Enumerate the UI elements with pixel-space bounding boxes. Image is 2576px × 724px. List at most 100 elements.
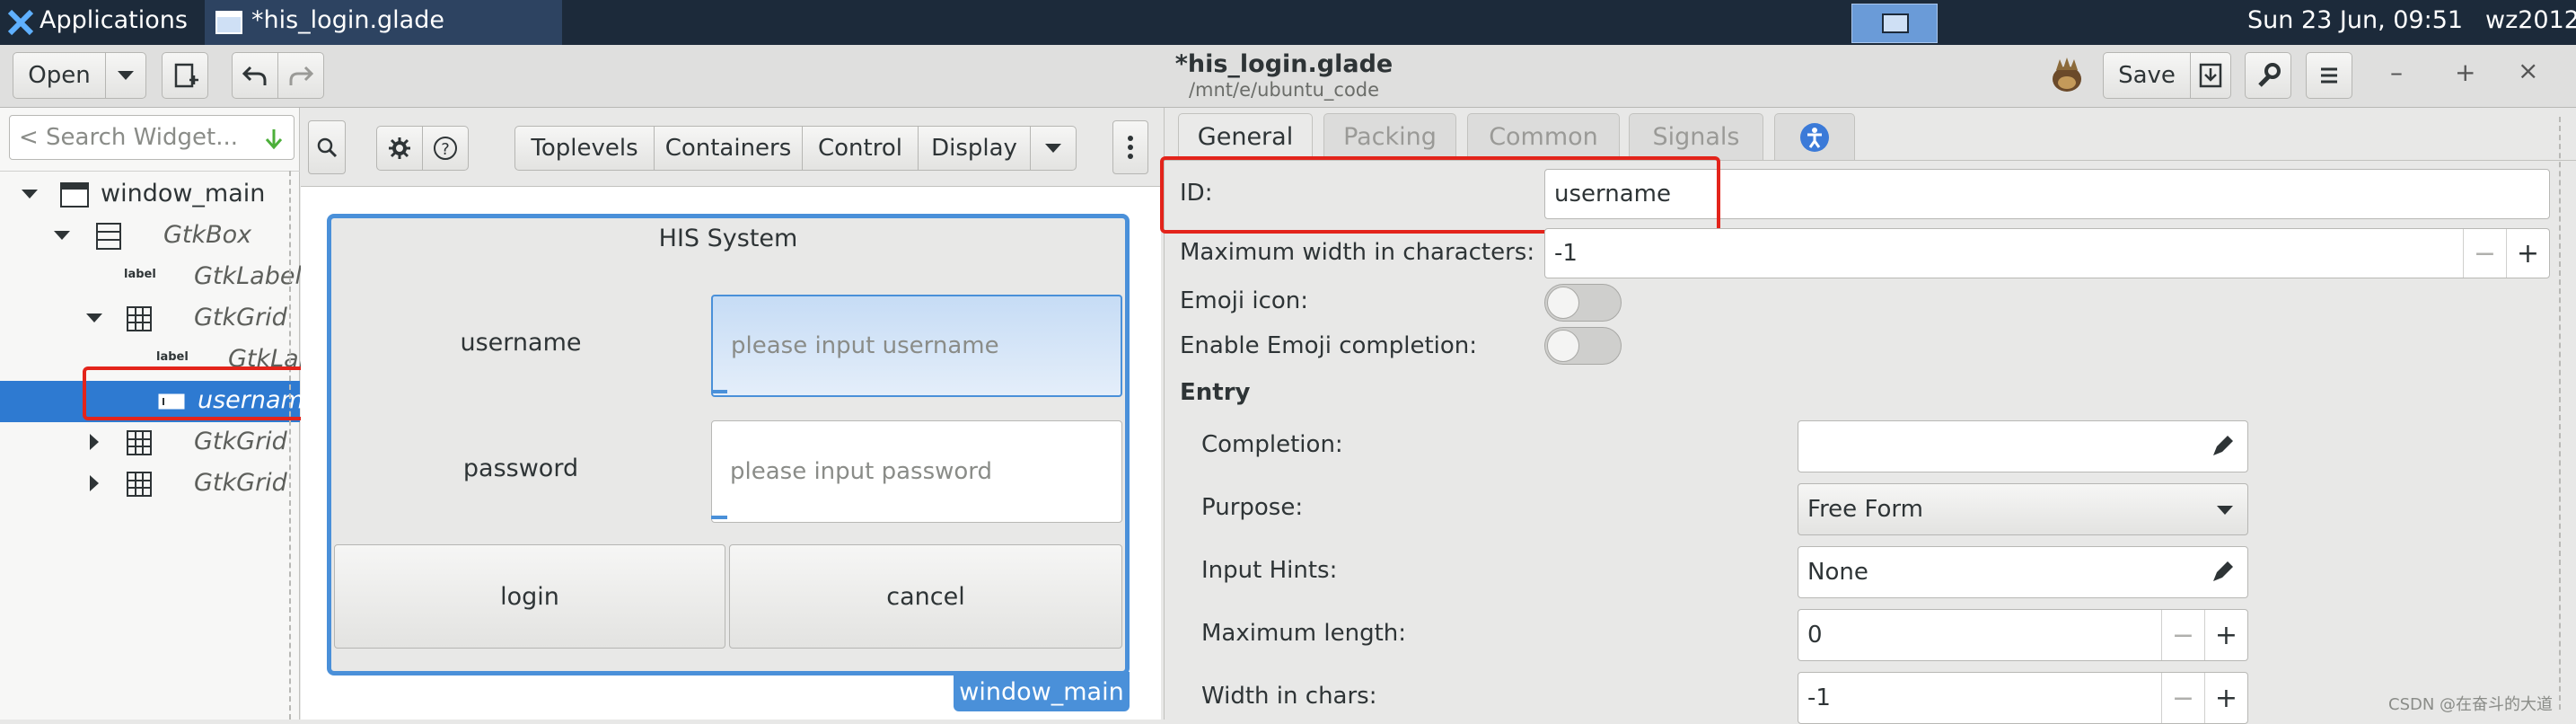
password-input[interactable]: please input password: [711, 420, 1122, 523]
close-icon[interactable]: ×: [2518, 56, 2538, 85]
increment-button[interactable]: +: [2506, 229, 2549, 278]
clock[interactable]: Sun 23 Jun, 09:51: [2247, 6, 2463, 34]
chevron-down-icon: [118, 71, 134, 80]
grid-widget-icon: [127, 472, 152, 497]
palette-more-dropdown[interactable]: [1030, 126, 1077, 171]
max-length-spin[interactable]: 0 − +: [1798, 609, 2248, 661]
entry-section-header: Entry: [1180, 379, 1251, 406]
window-subtitle: /mnt/e/ubuntu_code: [1188, 79, 1380, 101]
tree-label: GtkBox: [163, 221, 252, 249]
system-title: HIS System: [658, 225, 798, 252]
input-hints-input[interactable]: None: [1798, 546, 2248, 598]
redo-button[interactable]: [277, 52, 324, 99]
applications-menu[interactable]: Applications: [40, 6, 188, 34]
minimize-icon[interactable]: –: [2390, 57, 2403, 87]
tree-row-window-main[interactable]: window_main: [0, 174, 300, 216]
chevron-down-icon: [2217, 506, 2233, 515]
window-title: *his_login.glade: [1174, 50, 1394, 78]
tab-control[interactable]: Control: [802, 126, 919, 171]
label-widget-icon: label: [124, 268, 156, 281]
expander-closed-icon[interactable]: [90, 434, 99, 450]
new-file-button[interactable]: [162, 52, 208, 99]
emoji-icon-toggle[interactable]: [1544, 284, 1622, 322]
tab-common[interactable]: Common: [1467, 113, 1620, 160]
tree-row-gtkbox[interactable]: GtkBox: [0, 216, 300, 257]
maximize-icon[interactable]: +: [2455, 57, 2475, 87]
expander-open-icon[interactable]: [54, 231, 70, 240]
increment-button[interactable]: +: [2204, 610, 2247, 660]
save-button[interactable]: Save: [2103, 52, 2191, 99]
scrollbar[interactable]: [2559, 117, 2563, 710]
width-chars-label: Width in chars:: [1201, 683, 1377, 710]
svg-text:?: ?: [441, 140, 450, 159]
download-icon: [2199, 63, 2222, 88]
open-menu-button[interactable]: [105, 52, 146, 99]
edit-pencil-icon[interactable]: [2210, 434, 2235, 459]
expander-open-icon[interactable]: [22, 190, 38, 199]
tab-display[interactable]: Display: [918, 126, 1031, 171]
user-name[interactable]: wz2012: [2485, 6, 2576, 34]
decrement-button[interactable]: −: [2463, 229, 2506, 278]
help-button[interactable]: ?: [422, 126, 469, 171]
login-button[interactable]: login: [334, 544, 725, 649]
tab-containers[interactable]: Containers: [654, 126, 803, 171]
max-width-spin[interactable]: -1 − +: [1544, 228, 2550, 278]
tab-signals[interactable]: Signals: [1629, 113, 1763, 160]
grid-widget-icon: [127, 306, 152, 331]
workspace-switcher[interactable]: [1851, 4, 1938, 43]
box-widget-icon: [96, 223, 121, 250]
search-button[interactable]: [308, 120, 346, 174]
width-chars-spin[interactable]: -1 − +: [1798, 672, 2248, 724]
max-length-label: Maximum length:: [1201, 620, 1407, 647]
increment-button[interactable]: +: [2204, 673, 2247, 723]
accessibility-icon: [1800, 122, 1829, 152]
widget-tree-panel: < Search Widget... window_main GtkBox la…: [0, 108, 336, 720]
header-bar: Open *his_login.glade /mnt/e/ubuntu_code…: [0, 45, 2576, 108]
settings-button[interactable]: [376, 126, 423, 171]
taskbar-window-button[interactable]: *his_login.glade: [205, 0, 562, 45]
tree-row-gtkgrid[interactable]: GtkGrid: [0, 298, 300, 340]
tree-row-gtklabel[interactable]: label GtkLabel: [0, 257, 302, 298]
completion-input[interactable]: [1798, 420, 2248, 472]
tree-row-gtkgrid-3[interactable]: GtkGrid: [0, 464, 300, 505]
decrement-button[interactable]: −: [2161, 673, 2204, 723]
tab-accessibility[interactable]: [1774, 113, 1855, 160]
completion-label: Completion:: [1201, 431, 1343, 458]
scrollbar[interactable]: [289, 171, 293, 720]
gear-icon: [389, 137, 410, 159]
palette-toolbar: ? Toplevels Containers Control Display: [301, 108, 1161, 187]
preferences-button[interactable]: [2245, 52, 2291, 99]
window-name-tag: window_main: [954, 672, 1130, 711]
grid-widget-icon: [127, 430, 152, 455]
help-icon: ?: [434, 137, 457, 160]
purpose-select[interactable]: Free Form: [1798, 483, 2248, 535]
open-button[interactable]: Open: [13, 52, 106, 99]
undo-icon: [242, 66, 267, 85]
tab-general[interactable]: General: [1178, 113, 1313, 160]
redo-icon: [289, 66, 314, 85]
edit-pencil-icon[interactable]: [2210, 560, 2235, 585]
arrow-down-icon[interactable]: [264, 128, 284, 151]
undo-button[interactable]: [232, 52, 278, 99]
wrench-icon: [2258, 63, 2281, 87]
cancel-button[interactable]: cancel: [729, 544, 1122, 649]
username-input[interactable]: please input username: [711, 295, 1122, 397]
xfce-icon[interactable]: [7, 9, 34, 36]
tree-label: GtkGrid: [194, 304, 287, 331]
decrement-button[interactable]: −: [2161, 610, 2204, 660]
tree-label: GtkLabel: [194, 262, 302, 290]
chevron-down-icon: [1045, 144, 1061, 153]
main-menu-button[interactable]: [2306, 52, 2352, 99]
username-label: username: [460, 329, 582, 357]
expander-open-icon[interactable]: [86, 313, 102, 322]
more-options-button[interactable]: [1112, 120, 1148, 174]
tree-row-gtkgrid-2[interactable]: GtkGrid: [0, 422, 300, 464]
expander-closed-icon[interactable]: [90, 475, 99, 491]
search-widget-input[interactable]: < Search Widget...: [9, 115, 295, 160]
purpose-label: Purpose:: [1201, 494, 1304, 521]
emoji-completion-toggle[interactable]: [1544, 327, 1622, 365]
tab-toplevels[interactable]: Toplevels: [514, 126, 655, 171]
save-as-button[interactable]: [2190, 52, 2231, 99]
emoji-icon-label: Emoji icon:: [1180, 287, 1309, 314]
tab-packing[interactable]: Packing: [1323, 113, 1456, 160]
